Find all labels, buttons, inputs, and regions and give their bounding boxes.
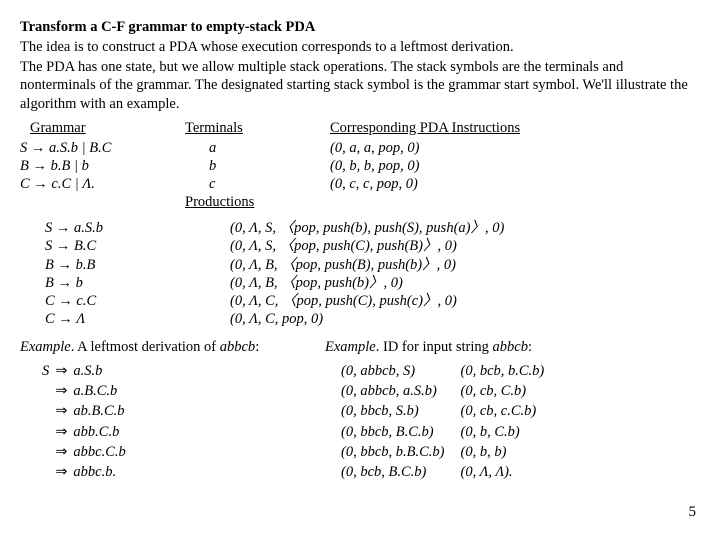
table-row: (0, bcb, B.C.b)(0, Λ, Λ). <box>341 463 558 481</box>
table-row: (0, abbcb, a.S.b)(0, cb, C.b) <box>341 382 558 400</box>
page-title: Transform a C-F grammar to empty-stack P… <box>20 18 700 36</box>
derivation-table: S⇒a.S.b ⇒a.B.C.b ⇒ab.B.C.b ⇒abb.C.b ⇒abb… <box>38 360 130 483</box>
example-object: abbcb <box>493 339 528 355</box>
terminal: a <box>185 139 330 157</box>
production-instr: (0, Λ, B, 〈pop, push(B), push(b)〉, 0) <box>230 256 456 274</box>
production: S → a.S.b <box>20 219 230 237</box>
table-row: ⇒abbc.b. <box>40 463 128 481</box>
production-instr: (0, Λ, C, pop, 0) <box>230 310 323 328</box>
terminal: c <box>185 175 330 193</box>
intro-line-1: The idea is to construct a PDA whose exe… <box>20 38 700 56</box>
production: B → b <box>20 274 230 292</box>
grammar-header: Grammar <box>30 119 86 137</box>
instructions-column: Corresponding PDA Instructions (0, a, a,… <box>330 119 700 214</box>
example-label: Example <box>20 339 71 355</box>
production: C → Λ <box>20 310 230 328</box>
table-row: ⇒abb.C.b <box>40 423 128 441</box>
table-row: (0, bbcb, B.C.b)(0, b, C.b) <box>341 423 558 441</box>
production-instr: (0, Λ, C, 〈pop, push(C), push(c)〉, 0) <box>230 292 457 310</box>
page-number: 5 <box>689 503 697 522</box>
terminals-column: Terminals a b c Productions <box>185 119 330 214</box>
grammar-lhs: C <box>20 176 30 192</box>
terminal-instr: (0, a, a, pop, 0) <box>330 139 700 157</box>
example-colon: : <box>528 339 532 355</box>
example-label: Example <box>325 339 376 355</box>
table-row: S⇒a.S.b <box>40 362 128 380</box>
grammar-column: Grammar S → a.S.b | B.C B → b.B | b C → … <box>20 119 185 214</box>
table-row: (0, bbcb, S.b)(0, cb, c.C.b) <box>341 402 558 420</box>
grammar-rhs: b.B | b <box>51 158 89 174</box>
grammar-table: Grammar S → a.S.b | B.C B → b.B | b C → … <box>20 119 700 214</box>
terminals-header: Terminals <box>185 119 243 137</box>
example-object: abbcb <box>220 339 255 355</box>
terminal-instr: (0, c, c, pop, 0) <box>330 175 700 193</box>
instructions-header: Corresponding PDA Instructions <box>330 119 520 137</box>
example-ids: Example. ID for input string abbcb: (0, … <box>325 338 700 483</box>
production-instr: (0, Λ, S, 〈pop, push(b), push(S), push(a… <box>230 219 504 237</box>
example-text: . ID for input string <box>376 339 493 355</box>
productions-header: Productions <box>185 193 254 211</box>
production: S → B.C <box>20 237 230 255</box>
id-table: (0, abbcb, S)(0, bcb, b.C.b) (0, abbcb, … <box>339 360 560 483</box>
example-colon: : <box>255 339 259 355</box>
terminal: b <box>185 157 330 175</box>
table-row: (0, bbcb, b.B.C.b)(0, b, b) <box>341 443 558 461</box>
production: B → b.B <box>20 256 230 274</box>
intro-line-2: The PDA has one state, but we allow mult… <box>20 58 700 112</box>
table-row: ⇒ab.B.C.b <box>40 402 128 420</box>
table-row: (0, abbcb, S)(0, bcb, b.C.b) <box>341 362 558 380</box>
terminal-instr: (0, b, b, pop, 0) <box>330 157 700 175</box>
grammar-lhs: B <box>20 158 29 174</box>
table-row: ⇒abbc.C.b <box>40 443 128 461</box>
grammar-lhs: S <box>20 140 27 156</box>
grammar-rhs: c.C | Λ. <box>51 176 94 192</box>
grammar-rhs: a.S.b | B.C <box>49 140 111 156</box>
example-text: . A leftmost derivation of <box>71 339 220 355</box>
production-instr: (0, Λ, S, 〈pop, push(C), push(B)〉, 0) <box>230 237 457 255</box>
productions-block: S → a.S.b(0, Λ, S, 〈pop, push(b), push(S… <box>20 219 700 328</box>
production-instr: (0, Λ, B, 〈pop, push(b)〉, 0) <box>230 274 403 292</box>
production: C → c.C <box>20 292 230 310</box>
table-row: ⇒a.B.C.b <box>40 382 128 400</box>
example-derivation: Example. A leftmost derivation of abbcb:… <box>20 338 325 483</box>
